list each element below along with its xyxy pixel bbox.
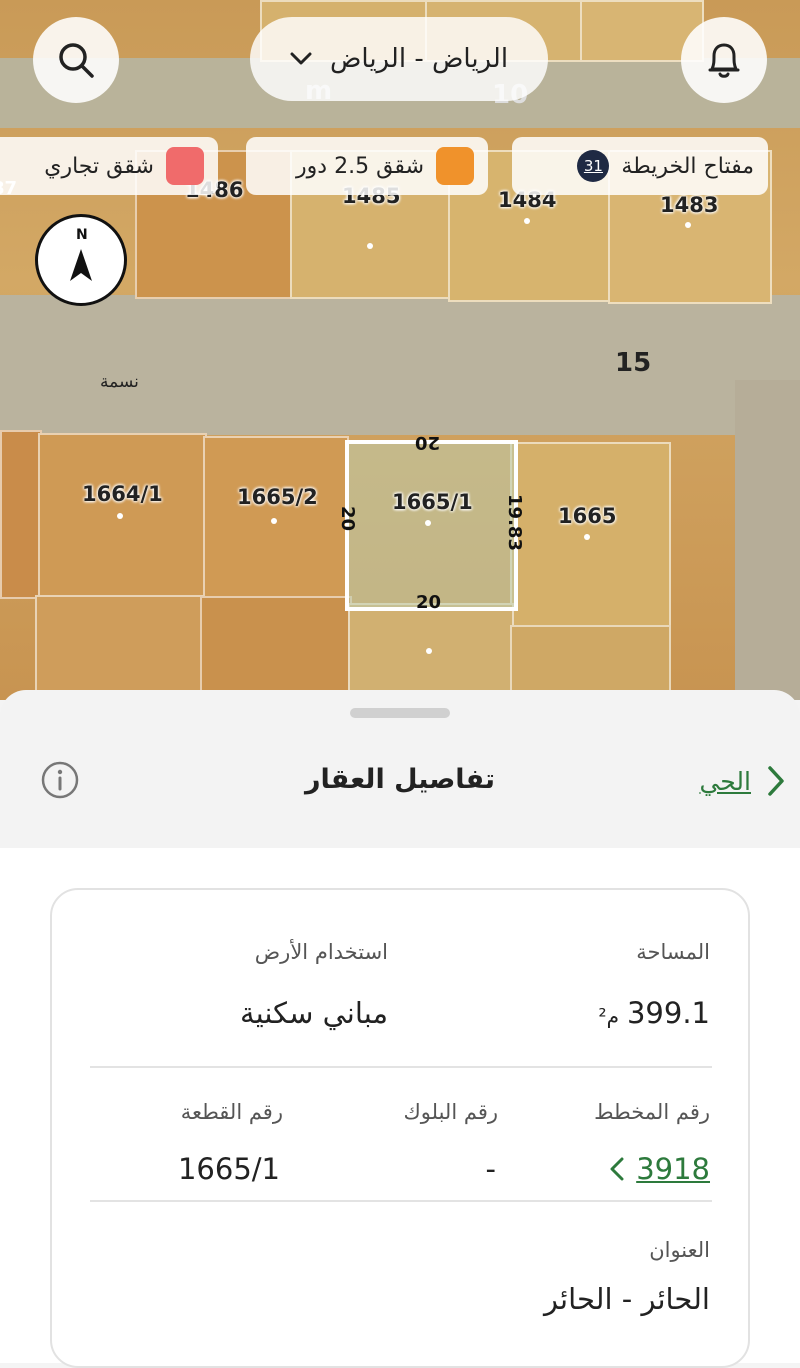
parcel bbox=[510, 625, 671, 700]
parcel-label: 1664/1 bbox=[82, 482, 163, 506]
legend-swatch bbox=[436, 147, 474, 185]
land-use-value: مباني سكنية bbox=[240, 996, 388, 1030]
search-icon bbox=[59, 43, 94, 78]
address-value: الحائر - الحائر bbox=[544, 1282, 710, 1316]
legend-swatch bbox=[166, 147, 204, 185]
road bbox=[0, 295, 800, 435]
street-name: نسمة bbox=[100, 372, 139, 392]
parcel-dot bbox=[524, 218, 530, 224]
selected-parcel[interactable] bbox=[345, 440, 518, 611]
land-use-label: استخدام الأرض bbox=[254, 940, 388, 964]
plan-number-value: 3918 bbox=[636, 1152, 710, 1186]
city-selector-label: الرياض - الرياض bbox=[329, 44, 509, 74]
legend-item[interactable]: شقق تجاري bbox=[0, 137, 218, 195]
plot-number-label: رقم القطعة bbox=[180, 1100, 283, 1124]
dimension-bottom: 20 bbox=[416, 592, 442, 613]
bell-icon bbox=[708, 43, 740, 78]
details-area: المساحة استخدام الأرض 399.1 م² مباني سكن… bbox=[0, 848, 800, 1368]
parcel-dot bbox=[117, 513, 123, 519]
parcel-dot bbox=[426, 648, 432, 654]
parcel-label: 1665 bbox=[558, 504, 617, 528]
neighborhood-link-label: الحي bbox=[699, 766, 751, 796]
dimension-top: 20 bbox=[415, 432, 441, 453]
info-button[interactable] bbox=[40, 760, 80, 800]
sheet-drag-handle[interactable] bbox=[350, 708, 450, 718]
divider bbox=[90, 1200, 712, 1202]
map-key-button[interactable]: مفتاح الخريطة 31 bbox=[512, 137, 768, 195]
details-card: المساحة استخدام الأرض 399.1 م² مباني سكن… bbox=[50, 888, 750, 1368]
address-label: العنوان bbox=[649, 1238, 710, 1262]
area-number: 399.1 bbox=[626, 996, 710, 1030]
dimension-right: 19.83 bbox=[503, 494, 525, 551]
notifications-button[interactable] bbox=[681, 17, 767, 103]
street-number: 15 bbox=[615, 348, 652, 378]
parcel bbox=[200, 596, 352, 700]
parcel bbox=[0, 430, 42, 599]
block-number-value: - bbox=[485, 1152, 496, 1186]
compass-button[interactable]: N bbox=[35, 214, 127, 306]
parcel-dot bbox=[425, 520, 431, 526]
chevron-down-icon bbox=[290, 52, 312, 65]
divider bbox=[90, 1066, 712, 1068]
dimension-left: 20 bbox=[337, 505, 359, 532]
city-selector[interactable]: الرياض - الرياض bbox=[250, 17, 548, 101]
parcel-dot bbox=[367, 243, 373, 249]
parcel-label: 1665/2 bbox=[237, 485, 318, 509]
map-key-label: مفتاح الخريطة bbox=[621, 153, 754, 179]
parcel bbox=[510, 442, 671, 629]
compass-arrow-icon bbox=[70, 249, 92, 281]
info-icon bbox=[41, 761, 79, 799]
parcel-dot bbox=[271, 518, 277, 524]
plot-number-value: 1665/1 bbox=[177, 1152, 280, 1186]
legend-item-label: شقق تجاري bbox=[44, 153, 154, 179]
area-label: المساحة bbox=[636, 940, 710, 964]
chevron-left-icon bbox=[610, 1157, 624, 1181]
property-details-sheet: تفاصيل العقار الحي المساحة استخدام الأرض… bbox=[0, 690, 800, 1368]
map-view[interactable]: 1486 1485 1484 1483 1664/1 1665/2 1665/1… bbox=[0, 0, 800, 700]
plan-number-link[interactable]: 3918 bbox=[610, 1152, 710, 1186]
sheet-title: تفاصيل العقار bbox=[304, 764, 496, 795]
road bbox=[735, 380, 800, 700]
legend-item[interactable]: شقق 2.5 دور bbox=[246, 137, 488, 195]
parcel bbox=[35, 595, 204, 700]
chevron-right-icon bbox=[768, 766, 784, 796]
legend-item-label: شقق 2.5 دور bbox=[296, 153, 424, 179]
plan-number-label: رقم المخطط bbox=[594, 1100, 710, 1124]
search-button[interactable] bbox=[33, 17, 119, 103]
parcel-label: 1483 bbox=[660, 193, 719, 217]
block-number-label: رقم البلوك bbox=[403, 1100, 498, 1124]
area-value: 399.1 م² bbox=[599, 996, 710, 1030]
parcel-dot bbox=[584, 534, 590, 540]
map-key-badge: 31 bbox=[577, 150, 610, 182]
parcel-label: 1665/1 bbox=[392, 490, 473, 514]
area-unit: م² bbox=[598, 1004, 619, 1028]
neighborhood-link[interactable]: الحي bbox=[670, 760, 785, 802]
parcel-dot bbox=[685, 222, 691, 228]
